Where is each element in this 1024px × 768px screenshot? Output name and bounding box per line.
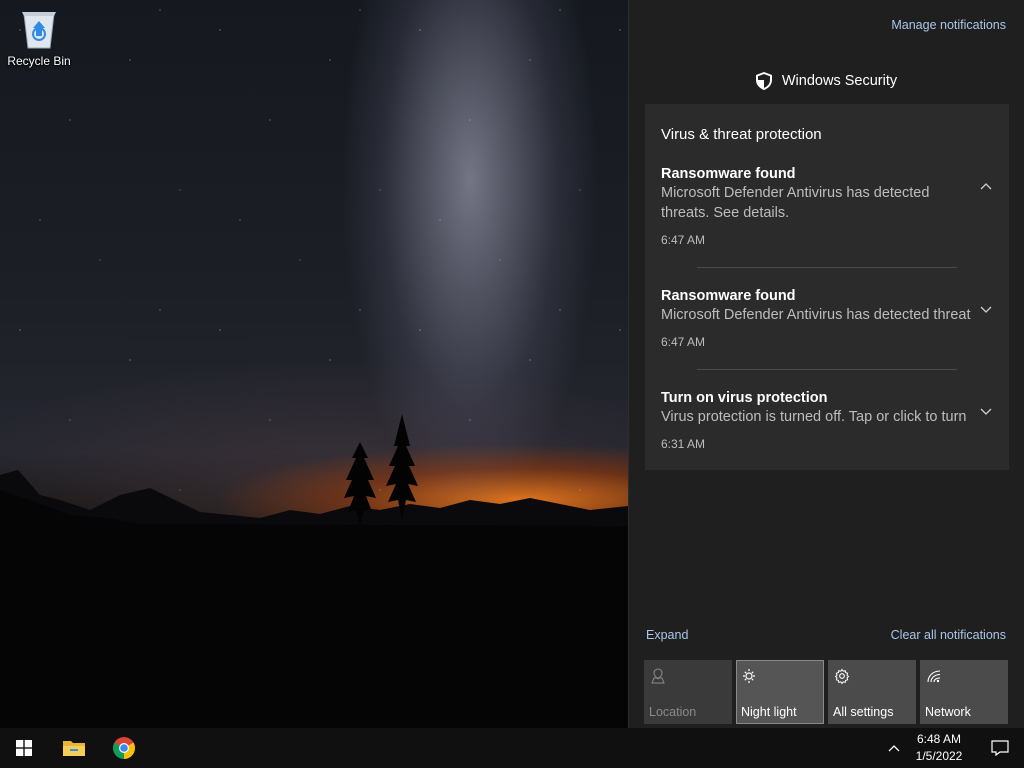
notification-divider: [697, 369, 957, 370]
quick-action-label: Network: [925, 705, 971, 719]
gear-icon: [834, 668, 850, 684]
network-icon: [927, 670, 941, 683]
chrome-icon: [113, 737, 135, 759]
notification-icon: [990, 740, 1009, 756]
taskbar-file-explorer[interactable]: [50, 728, 98, 768]
desktop: Recycle Bin: [0, 0, 628, 728]
clear-all-notifications-link[interactable]: Clear all notifications: [891, 628, 1006, 642]
notification-item[interactable]: Ransomware found Microsoft Defender Anti…: [661, 288, 993, 349]
clock-time: 6:48 AM: [916, 732, 962, 746]
action-center-button[interactable]: [975, 728, 1024, 768]
notification-divider: [697, 267, 957, 268]
notification-item[interactable]: Turn on virus protection Virus protectio…: [661, 390, 993, 451]
notification-item[interactable]: Ransomware found Microsoft Defender Anti…: [661, 166, 993, 247]
start-button[interactable]: [0, 728, 48, 768]
notification-group-card[interactable]: Virus & threat protection Ransomware fou…: [645, 104, 1009, 470]
night-light-icon: [743, 669, 755, 683]
quick-action-location[interactable]: Location: [644, 660, 732, 724]
quick-action-label: Night light: [741, 705, 797, 719]
taskbar: 6:48 AM 1/5/2022: [0, 728, 1024, 768]
chevron-down-icon[interactable]: [979, 302, 993, 316]
notification-app-header: Windows Security: [629, 72, 1024, 90]
desktop-icon-recycle-bin[interactable]: Recycle Bin: [6, 6, 72, 68]
chevron-down-icon[interactable]: [979, 404, 993, 418]
manage-notifications-link[interactable]: Manage notifications: [891, 18, 1006, 32]
location-icon: [651, 668, 665, 684]
notification-body: Microsoft Defender Antivirus has detecte…: [661, 307, 971, 323]
quick-action-label: All settings: [833, 705, 894, 719]
wallpaper-landscape: [0, 414, 628, 728]
notification-body: Virus protection is turned off. Tap or c…: [661, 409, 971, 425]
chevron-up-icon[interactable]: [979, 180, 993, 194]
expand-link[interactable]: Expand: [646, 628, 688, 642]
notification-time: 6:47 AM: [661, 233, 706, 247]
recycle-bin-icon: [22, 12, 56, 49]
chevron-up-icon: [888, 745, 900, 752]
show-hidden-icons-button[interactable]: [882, 738, 906, 758]
notification-body: Microsoft Defender Antivirus has detecte…: [661, 185, 930, 221]
action-center-panel: Manage notifications Windows Security Vi…: [628, 0, 1024, 728]
file-explorer-icon: [63, 741, 85, 756]
clock-date: 1/5/2022: [915, 749, 963, 763]
notification-time: 6:31 AM: [661, 437, 706, 451]
desktop-icon-label: Recycle Bin: [7, 54, 71, 68]
windows-logo-icon: [16, 740, 32, 756]
taskbar-clock[interactable]: 6:48 AM 1/5/2022: [910, 731, 968, 765]
notification-app-name: Windows Security: [781, 73, 898, 89]
quick-action-network[interactable]: Network: [920, 660, 1008, 724]
notification-title: Ransomware found: [661, 288, 796, 304]
quick-action-night-light[interactable]: Night light: [736, 660, 824, 724]
notification-group-title: Virus & threat protection: [661, 126, 822, 143]
taskbar-chrome[interactable]: [100, 728, 148, 768]
notification-title: Ransomware found: [661, 166, 796, 182]
quick-actions: Location Night light All settings Networ…: [644, 660, 1008, 724]
quick-action-all-settings[interactable]: All settings: [828, 660, 916, 724]
shield-icon: [755, 72, 772, 90]
notification-time: 6:47 AM: [661, 335, 706, 349]
quick-action-label: Location: [649, 705, 697, 719]
notification-title: Turn on virus protection: [661, 390, 828, 406]
